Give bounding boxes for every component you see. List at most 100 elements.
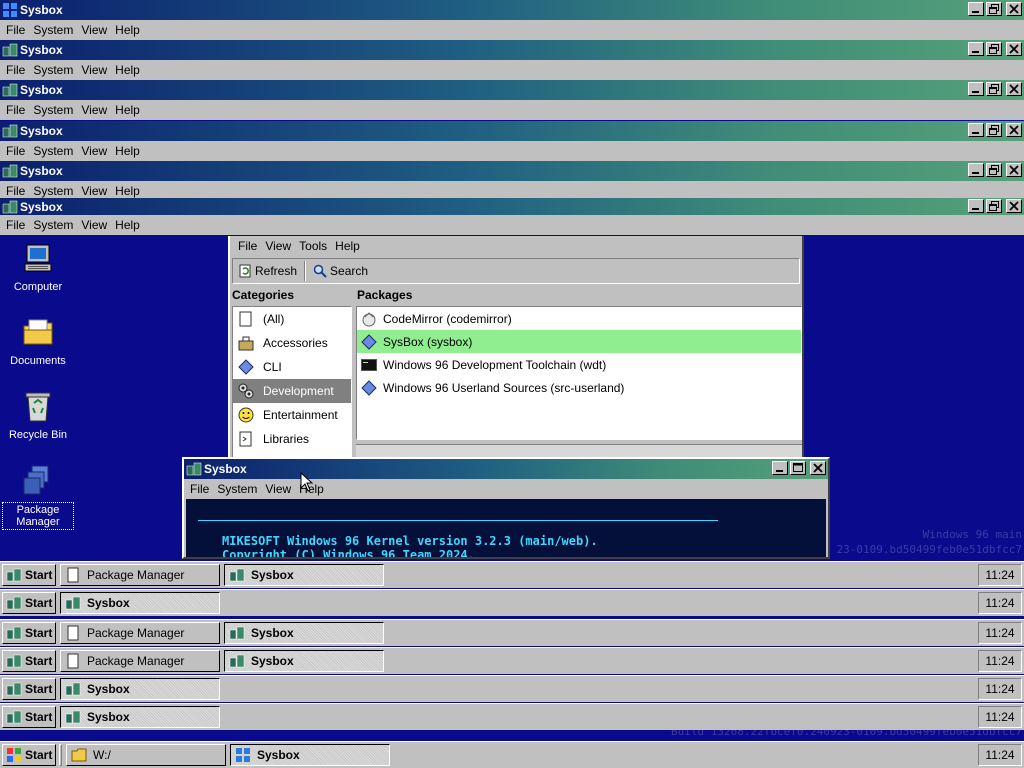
desktop-icon-package-manager[interactable]: Package Manager — [2, 464, 74, 530]
menu-item[interactable]: File — [2, 184, 29, 198]
category-item[interactable]: Libraries — [233, 427, 351, 451]
category-item[interactable]: Development — [233, 379, 351, 403]
menu-item[interactable]: System — [29, 184, 77, 198]
menu-item[interactable]: Help — [111, 144, 144, 158]
menu-item[interactable]: File — [2, 63, 29, 77]
desktop-icon-computer[interactable]: Computer — [2, 242, 74, 294]
restore-button[interactable] — [986, 199, 1002, 213]
titlebar[interactable]: Sysbox — [0, 80, 1024, 100]
taskbar-button[interactable]: Package Manager — [60, 650, 220, 672]
menu-item[interactable]: System — [29, 144, 77, 158]
start-button[interactable]: Start — [2, 706, 56, 728]
menu-view[interactable]: View — [261, 482, 295, 496]
menu-item[interactable]: View — [77, 218, 111, 232]
menu-item[interactable]: System — [29, 103, 77, 117]
clock[interactable]: 11:24 — [978, 650, 1022, 672]
menu-item[interactable]: File — [2, 23, 29, 37]
close-button[interactable] — [1006, 123, 1022, 137]
menu-item[interactable]: View — [77, 63, 111, 77]
search-button[interactable]: Search — [310, 262, 371, 280]
taskbar-button[interactable]: Sysbox — [224, 622, 384, 644]
clock[interactable]: 11:24 — [978, 592, 1022, 614]
category-item[interactable]: Entertainment — [233, 403, 351, 427]
start-button[interactable]: Start — [2, 564, 56, 586]
menu-item[interactable]: Help — [111, 23, 144, 37]
package-item[interactable]: Windows 96 Development Toolchain (wdt) — [357, 353, 801, 376]
clock[interactable]: 11:24 — [978, 622, 1022, 644]
category-item[interactable]: (All) — [233, 307, 351, 331]
titlebar[interactable]: Sysbox — [184, 459, 828, 479]
menu-item[interactable]: Help — [111, 184, 144, 198]
menu-item[interactable]: System — [29, 218, 77, 232]
close-button[interactable] — [810, 461, 826, 475]
restore-button[interactable] — [986, 82, 1002, 96]
minimize-button[interactable] — [968, 42, 984, 56]
terminal-screen[interactable]: MIKESOFT Windows 96 Kernel version 3.2.3… — [186, 499, 826, 557]
taskbar-button[interactable]: Sysbox — [224, 650, 384, 672]
menu-file[interactable]: File — [186, 482, 213, 496]
menu-item[interactable]: View — [77, 144, 111, 158]
refresh-button[interactable]: Refresh — [235, 262, 300, 280]
titlebar[interactable]: Sysbox — [0, 161, 1024, 181]
menu-item[interactable]: View — [77, 103, 111, 117]
close-button[interactable] — [1006, 163, 1022, 177]
menu-item[interactable]: View — [77, 23, 111, 37]
clock[interactable]: 11:24 — [978, 744, 1022, 766]
package-item[interactable]: Windows 96 Userland Sources (src-userlan… — [357, 376, 801, 399]
start-button[interactable]: Start — [2, 678, 56, 700]
menu-item[interactable]: Help — [111, 218, 144, 232]
category-item[interactable]: Accessories — [233, 331, 351, 355]
close-button[interactable] — [1006, 2, 1022, 16]
start-button[interactable]: Start — [2, 650, 56, 672]
clock[interactable]: 11:24 — [978, 678, 1022, 700]
taskbar-button[interactable]: Package Manager — [60, 622, 220, 644]
taskbar-button[interactable]: Sysbox — [60, 592, 220, 614]
menu-tools[interactable]: Tools — [295, 239, 331, 253]
minimize-button[interactable] — [968, 123, 984, 137]
menu-file[interactable]: File — [234, 239, 261, 253]
restore-button[interactable] — [986, 163, 1002, 177]
menu-item[interactable]: File — [2, 218, 29, 232]
minimize-button[interactable] — [968, 163, 984, 177]
package-item[interactable]: SysBox (sysbox) — [357, 330, 801, 353]
menu-view[interactable]: View — [261, 239, 295, 253]
minimize-button[interactable] — [968, 2, 984, 16]
menu-item[interactable]: File — [2, 144, 29, 158]
menu-item[interactable]: File — [2, 103, 29, 117]
close-button[interactable] — [1006, 42, 1022, 56]
clock[interactable]: 11:24 — [978, 564, 1022, 586]
menu-item[interactable]: Help — [111, 63, 144, 77]
category-item[interactable]: CLI — [233, 355, 351, 379]
titlebar[interactable]: Sysbox — [0, 121, 1024, 141]
close-button[interactable] — [1006, 199, 1022, 213]
titlebar[interactable]: Sysbox — [0, 198, 1024, 215]
menu-help[interactable]: Help — [331, 239, 364, 253]
taskbar-button[interactable]: W:/ — [66, 744, 226, 766]
clock[interactable]: 11:24 — [978, 706, 1022, 728]
minimize-button[interactable] — [772, 461, 788, 475]
taskbar-button[interactable]: Sysbox — [224, 564, 384, 586]
restore-button[interactable] — [986, 123, 1002, 137]
taskbar-button[interactable]: Sysbox — [230, 744, 390, 766]
taskbar-button[interactable]: Sysbox — [60, 706, 220, 728]
desktop-icon-recycle-bin[interactable]: Recycle Bin — [2, 390, 74, 442]
minimize-button[interactable] — [968, 199, 984, 213]
menu-item[interactable]: System — [29, 23, 77, 37]
menu-item[interactable]: Help — [111, 103, 144, 117]
taskbar-button[interactable]: Sysbox — [60, 678, 220, 700]
menu-item[interactable]: View — [77, 184, 111, 198]
package-item[interactable]: CodeMirror (codemirror) — [357, 307, 801, 330]
restore-button[interactable] — [986, 2, 1002, 16]
start-button[interactable]: Start — [2, 744, 56, 766]
titlebar[interactable]: Sysbox — [0, 0, 1024, 20]
titlebar[interactable]: Sysbox — [0, 40, 1024, 60]
minimize-button[interactable] — [968, 82, 984, 96]
menu-item[interactable]: System — [29, 63, 77, 77]
close-button[interactable] — [1006, 82, 1022, 96]
menu-system[interactable]: System — [213, 482, 261, 496]
maximize-button[interactable] — [790, 461, 806, 475]
start-button[interactable]: Start — [2, 622, 56, 644]
start-button[interactable]: Start — [2, 592, 56, 614]
desktop-icon-documents[interactable]: Documents — [2, 316, 74, 368]
restore-button[interactable] — [986, 42, 1002, 56]
